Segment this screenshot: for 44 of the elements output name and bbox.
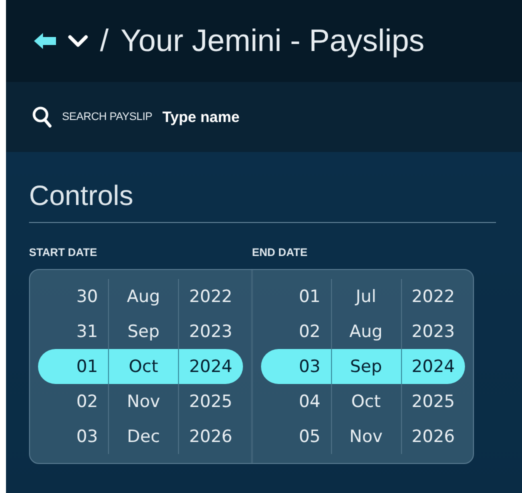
day-option[interactable]: 04: [260, 384, 330, 419]
day-option[interactable]: 02: [38, 384, 108, 419]
year-option[interactable]: 2022: [400, 279, 465, 314]
year-option[interactable]: 2026: [178, 419, 242, 454]
year-option[interactable]: 2026: [400, 419, 465, 454]
date-row[interactable]: 04 Oct 2025: [260, 384, 465, 419]
month-option[interactable]: Nov: [330, 419, 400, 454]
selected-date-row[interactable]: 03 Sep 2024: [260, 349, 465, 384]
day-option[interactable]: 30: [38, 279, 108, 314]
day-option[interactable]: 31: [38, 314, 108, 349]
date-row[interactable]: 30 Aug 2022: [38, 279, 242, 314]
search-label: SEARCH PAYSLIP: [62, 111, 152, 123]
year-option[interactable]: 2025: [400, 384, 465, 419]
section-title: Controls: [29, 180, 496, 223]
month-option[interactable]: Oct: [330, 384, 400, 419]
date-row[interactable]: 02 Nov 2025: [38, 384, 242, 419]
day-option[interactable]: 02: [260, 314, 330, 349]
breadcrumb-separator: /: [100, 23, 109, 59]
date-label: START DATE: [29, 247, 98, 259]
day-option[interactable]: 03: [260, 349, 330, 384]
year-option[interactable]: 2024: [400, 349, 465, 384]
search-icon[interactable]: [32, 106, 52, 128]
date-row[interactable]: 01 Jul 2022: [260, 279, 465, 314]
day-option[interactable]: 01: [38, 349, 108, 384]
day-option[interactable]: 01: [260, 279, 330, 314]
date-label: END DATE: [252, 247, 308, 259]
search-field[interactable]: Type name: [162, 108, 362, 126]
month-option[interactable]: Oct: [108, 349, 178, 384]
back-arrow-icon[interactable]: [34, 33, 56, 49]
month-option[interactable]: Dec: [108, 419, 178, 454]
selected-date-row[interactable]: 01 Oct 2024: [38, 349, 242, 384]
page-title: Your Jemini - Payslips: [120, 23, 424, 59]
year-option[interactable]: 2024: [178, 349, 242, 384]
chevron-down-icon[interactable]: [68, 34, 88, 48]
month-option[interactable]: Nov: [108, 384, 178, 419]
day-option[interactable]: 03: [38, 419, 108, 454]
day-option[interactable]: 05: [260, 419, 330, 454]
month-option[interactable]: Aug: [108, 279, 178, 314]
date-row[interactable]: 05 Nov 2026: [260, 419, 465, 454]
year-option[interactable]: 2022: [178, 279, 242, 314]
month-option[interactable]: Sep: [330, 349, 400, 384]
month-option[interactable]: Jul: [330, 279, 400, 314]
date-row[interactable]: 03 Dec 2026: [38, 419, 242, 454]
year-option[interactable]: 2025: [178, 384, 242, 419]
